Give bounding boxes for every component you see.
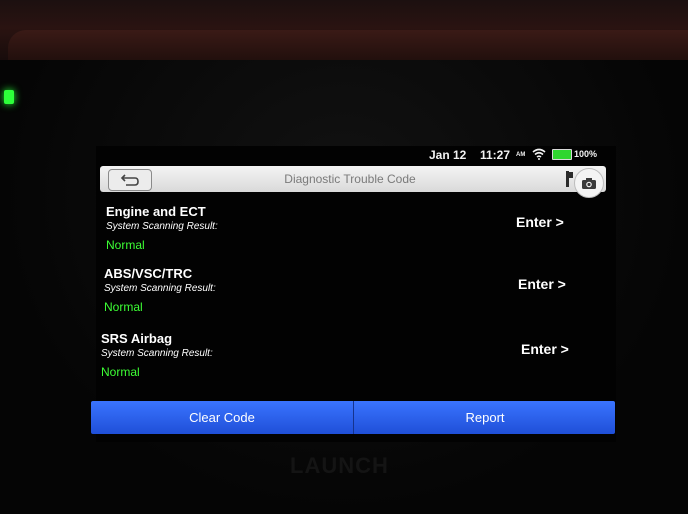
page-title: Diagnostic Trouble Code <box>284 172 416 186</box>
scan-result-label: System Scanning Result: <box>104 283 216 294</box>
scan-result-label: System Scanning Result: <box>101 348 213 359</box>
system-row-abs: ABS/VSC/TRC System Scanning Result: Norm… <box>104 266 624 326</box>
status-bar: Jan 12 11:27 AM 100% <box>96 146 616 164</box>
scan-result-status: Normal <box>101 365 140 379</box>
report-button[interactable]: Report <box>354 401 616 434</box>
scan-result-status: Normal <box>104 300 143 314</box>
status-ampm: AM <box>516 152 526 158</box>
enter-button-abs[interactable]: Enter > <box>518 276 566 292</box>
camera-icon <box>582 177 596 189</box>
scan-result-status: Normal <box>106 238 145 252</box>
flag-icon[interactable] <box>562 170 574 188</box>
action-bar: Clear Code Report <box>91 401 615 434</box>
system-name: ABS/VSC/TRC <box>104 266 193 281</box>
enter-button-srs[interactable]: Enter > <box>521 341 569 357</box>
status-time: 11:27 <box>480 148 511 162</box>
battery-icon <box>552 149 572 160</box>
status-battery-level: 100% <box>574 149 598 159</box>
system-row-srs: SRS Airbag System Scanning Result: Norma… <box>101 331 621 391</box>
back-button[interactable] <box>108 169 152 191</box>
system-row-engine: Engine and ECT System Scanning Result: N… <box>106 204 626 264</box>
back-arrow-icon <box>120 174 139 186</box>
status-date: Jan 12 <box>429 148 467 162</box>
enter-button-engine[interactable]: Enter > <box>516 214 564 230</box>
title-bar: Diagnostic Trouble Code <box>100 166 606 198</box>
system-name: SRS Airbag <box>101 331 173 346</box>
scan-result-label: System Scanning Result: <box>106 221 218 232</box>
brand-logo: LAUNCH <box>290 453 389 478</box>
wifi-icon <box>532 148 546 160</box>
device-screen: Jan 12 11:27 AM 100% Diagnostic Trouble … <box>96 146 616 442</box>
power-led-indicator <box>4 90 14 104</box>
screenshot-camera-button[interactable] <box>574 168 604 198</box>
system-name: Engine and ECT <box>106 204 206 219</box>
clear-code-button[interactable]: Clear Code <box>91 401 353 434</box>
